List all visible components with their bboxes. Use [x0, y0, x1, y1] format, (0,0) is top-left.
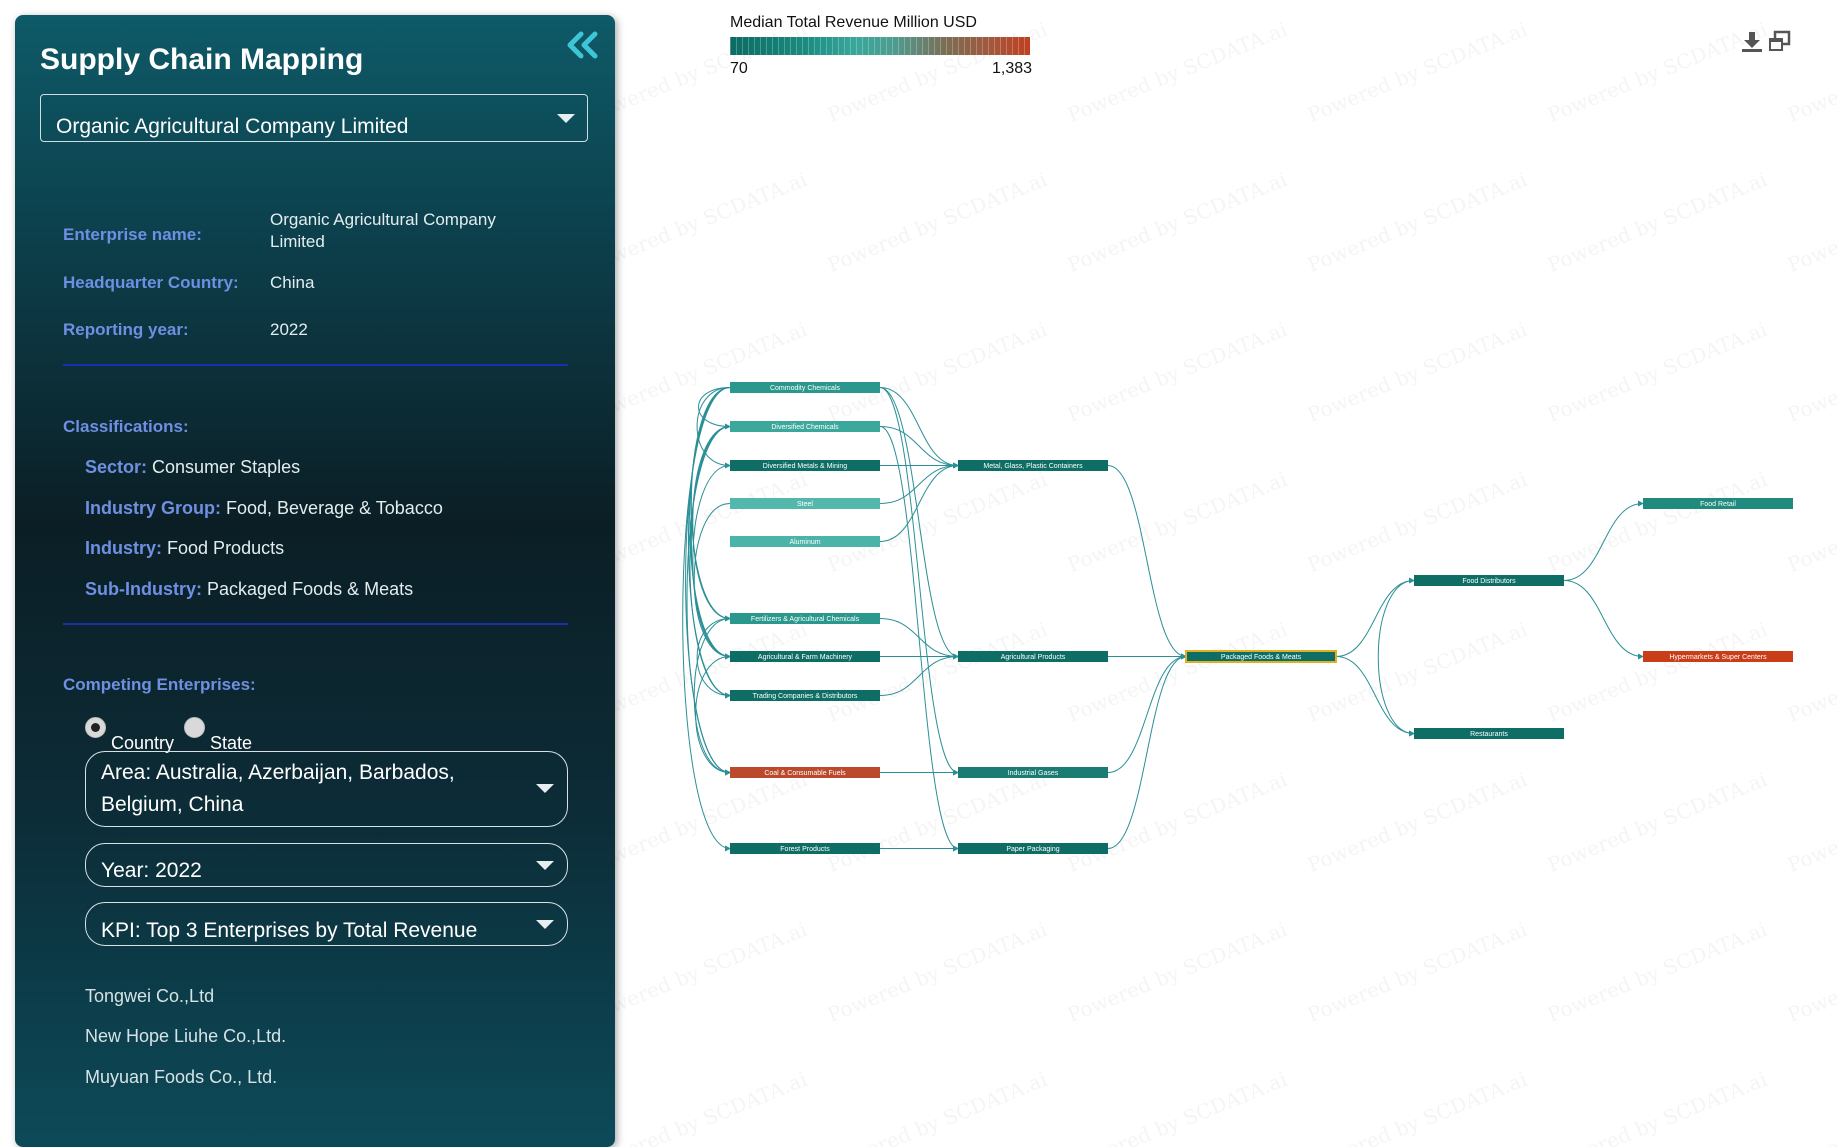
node-label: Restaurants: [1470, 731, 1508, 738]
edge-ig-pfm: [1107, 653, 1187, 773]
node-label: Food Retail: [1700, 501, 1736, 508]
node-label: Steel: [797, 501, 813, 508]
node-label: Packaged Foods & Meats: [1221, 654, 1302, 661]
node-pp[interactable]: Paper Packaging: [958, 843, 1108, 854]
node-label: Agricultural Products: [1001, 654, 1066, 661]
node-label: Forest Products: [780, 846, 830, 853]
node-fp[interactable]: Forest Products: [730, 843, 880, 854]
node-cc[interactable]: Commodity Chemicals: [730, 382, 880, 393]
node-label: Coal & Consumable Fuels: [764, 770, 846, 777]
node-label: Trading Companies & Distributors: [753, 693, 858, 700]
node-al[interactable]: Aluminum: [730, 536, 880, 547]
node-label: Metal, Glass, Plastic Containers: [983, 463, 1083, 470]
edge-cc-ig: [879, 387, 959, 776]
node-hsc[interactable]: Hypermarkets & Super Centers: [1643, 651, 1793, 662]
node-ig[interactable]: Industrial Gases: [958, 767, 1108, 778]
edge-dc-ccf: [686, 426, 731, 776]
edge-tcd-ap: [879, 653, 959, 696]
node-fr[interactable]: Food Retail: [1643, 498, 1793, 509]
node-label: Aluminum: [789, 539, 820, 546]
edge-st-mgp: [879, 462, 959, 504]
node-tcd[interactable]: Trading Companies & Distributors: [730, 690, 880, 701]
node-label: Paper Packaging: [1006, 846, 1059, 853]
node-dc[interactable]: Diversified Chemicals: [730, 421, 880, 432]
edge-pfm-fd: [1335, 577, 1415, 657]
edge-dc-fa: [692, 426, 731, 622]
node-ccf[interactable]: Coal & Consumable Fuels: [730, 767, 880, 778]
edge-cc-tcd: [688, 387, 731, 699]
edge-pp-pfm: [1107, 653, 1187, 849]
edge-cc-mgp: [879, 387, 959, 469]
node-afm[interactable]: Agricultural & Farm Machinery: [730, 651, 880, 662]
node-label: Diversified Metals & Mining: [763, 463, 848, 470]
node-fd[interactable]: Food Distributors: [1414, 575, 1564, 586]
node-label: Industrial Gases: [1008, 770, 1059, 777]
node-pfm[interactable]: Packaged Foods & Meats: [1185, 650, 1337, 663]
node-dm[interactable]: Diversified Metals & Mining: [730, 460, 880, 471]
edge-afm-ccf: [695, 656, 731, 776]
node-st[interactable]: Steel: [730, 498, 880, 509]
node-label: Diversified Chemicals: [771, 424, 839, 431]
node-label: Agricultural & Farm Machinery: [758, 654, 853, 661]
edge-dc-mgp: [879, 426, 959, 469]
edge-dc-pp: [879, 426, 959, 852]
node-fa[interactable]: Fertilizers & Agricultural Chemicals: [730, 613, 880, 624]
edge-mgp-pfm: [1107, 465, 1187, 660]
edge-dc-afm: [690, 426, 731, 660]
edge-al-mgp: [879, 462, 959, 542]
edge-fd-hsc: [1563, 580, 1644, 660]
edge-pfm-rs: [1335, 656, 1415, 737]
node-mgp[interactable]: Metal, Glass, Plastic Containers: [958, 460, 1108, 471]
node-label: Commodity Chemicals: [770, 385, 841, 392]
node-label: Hypermarkets & Super Centers: [1669, 654, 1767, 661]
nodes-group: Commodity Chemicals Diversified Chemicals…: [730, 382, 1793, 854]
edge-cc-fp: [682, 387, 731, 852]
node-label: Fertilizers & Agricultural Chemicals: [751, 616, 860, 623]
supply-chain-diagram: Commodity Chemicals Diversified Chemicals…: [682, 382, 1793, 854]
node-rs[interactable]: Restaurants: [1414, 728, 1564, 739]
node-ap[interactable]: Agricultural Products: [958, 651, 1108, 662]
edge-fd-fr: [1563, 500, 1644, 581]
node-label: Food Distributors: [1462, 578, 1516, 585]
